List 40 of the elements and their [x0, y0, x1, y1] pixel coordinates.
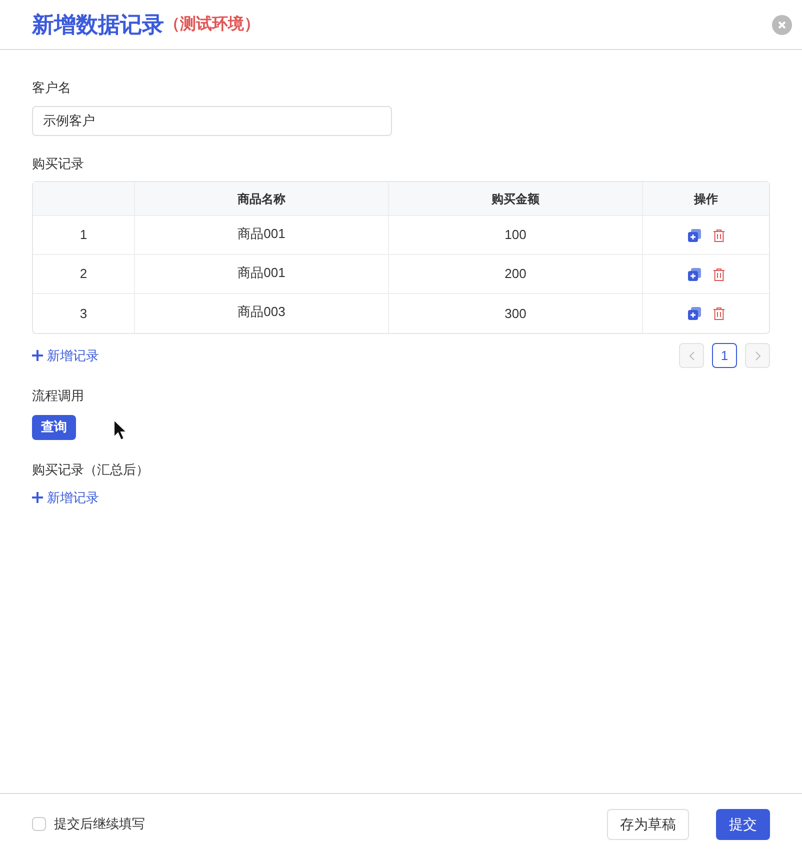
table-cell-text: 200: [504, 265, 526, 284]
table-cell-text: 100: [504, 226, 526, 244]
cursor-icon: [113, 419, 127, 441]
checkbox-label: 提交后继续填写: [54, 815, 145, 834]
close-icon: [777, 20, 787, 30]
column-header: 购买金额: [492, 190, 540, 208]
save-draft-button[interactable]: 存为草稿: [607, 808, 689, 840]
copy-icon[interactable]: [688, 228, 700, 242]
row-index: 3: [80, 304, 88, 323]
delete-icon[interactable]: [712, 268, 724, 280]
environment-tag: （测试环境）: [164, 12, 260, 36]
query-button[interactable]: 查询: [32, 414, 76, 440]
row-index: 2: [80, 265, 88, 284]
delete-icon[interactable]: [712, 228, 724, 242]
section-label: 购买记录（汇总后）: [32, 460, 150, 478]
plus-icon: [32, 350, 43, 361]
row-index: 1: [80, 226, 88, 244]
column-header: 商品名称: [238, 190, 286, 208]
column-header: 操作: [694, 190, 718, 208]
copy-icon[interactable]: [688, 307, 700, 320]
section-label: 流程调用: [32, 387, 85, 405]
table-cell-text: 300: [504, 304, 526, 323]
dialog-title: 新增数据记录: [32, 11, 164, 39]
close-button[interactable]: [772, 14, 792, 34]
page-button[interactable]: 1: [712, 343, 737, 368]
add-record-link[interactable]: 新增记录: [32, 346, 99, 366]
copy-icon[interactable]: [688, 268, 700, 280]
continue-checkbox[interactable]: [32, 817, 46, 831]
delete-icon[interactable]: [712, 307, 724, 320]
table-cell-text: 商品003: [238, 303, 286, 321]
chevron-left-icon: [688, 350, 694, 360]
section-label: 购买记录: [32, 154, 85, 172]
submit-button[interactable]: 提交: [716, 808, 770, 840]
table-cell-text: 商品001: [238, 264, 286, 282]
field-label: 客户名: [32, 79, 72, 97]
customer-name-field[interactable]: 示例客户: [32, 106, 392, 136]
add-record-link[interactable]: 新增记录: [32, 488, 99, 508]
chevron-right-icon: [754, 350, 760, 360]
plus-icon: [32, 492, 43, 504]
table-cell-text: 商品001: [238, 225, 286, 243]
